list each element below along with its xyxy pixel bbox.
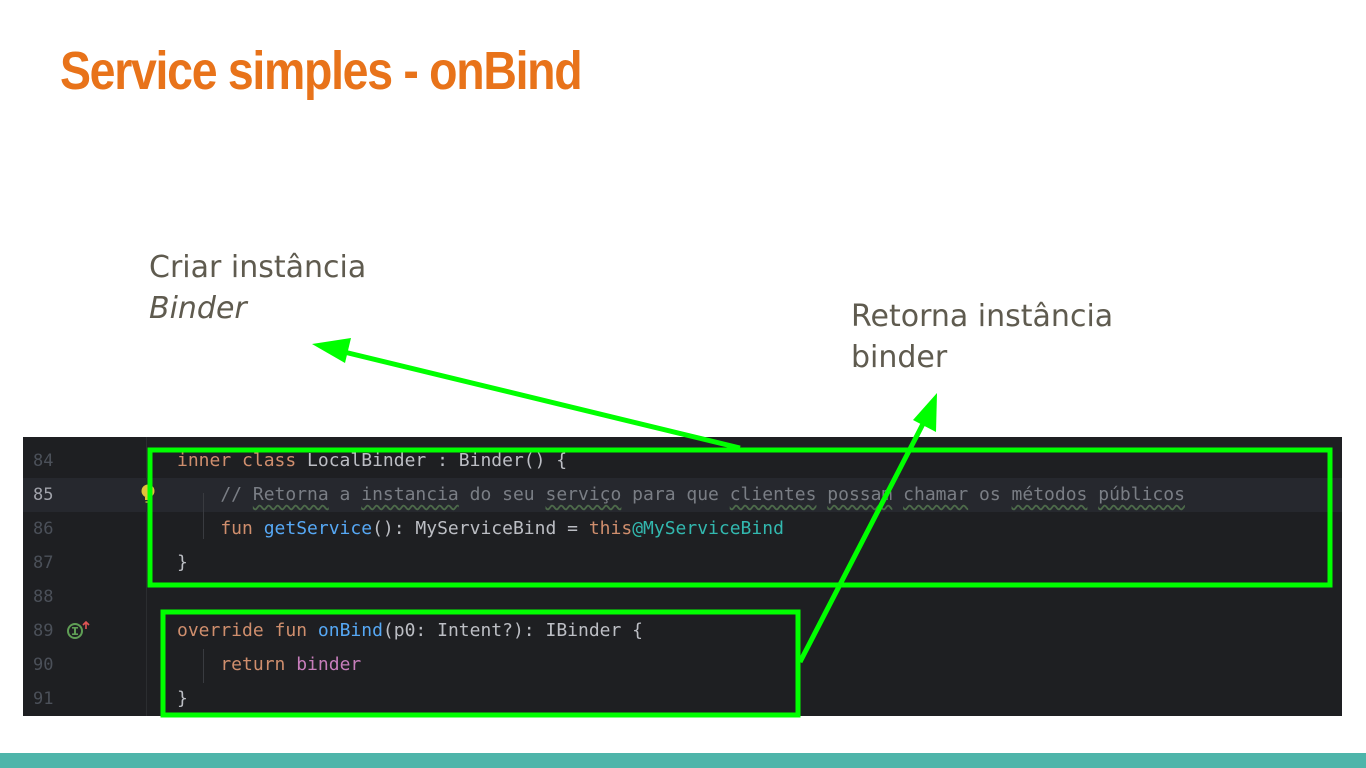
code-line[interactable]: 88 — [23, 580, 1342, 614]
code-line[interactable]: 84 inner class LocalBinder : Binder() { — [23, 444, 1342, 478]
code-text[interactable]: } — [177, 546, 188, 580]
code-line[interactable]: 91} — [23, 682, 1342, 716]
code-text[interactable]: override fun onBind(p0: Intent?): IBinde… — [177, 614, 643, 648]
code-text[interactable]: inner class LocalBinder : Binder() { — [177, 444, 567, 478]
annotation-create-binder-line1: Criar instância — [149, 250, 367, 285]
annotation-return-binder-line2: binder — [851, 340, 948, 375]
implementation-marker-icon[interactable] — [66, 619, 94, 641]
code-text[interactable]: fun getService(): MyServiceBind = this@M… — [177, 512, 784, 546]
code-line[interactable]: 87} — [23, 546, 1342, 580]
line-number: 88 — [33, 587, 54, 607]
line-number: 90 — [33, 655, 54, 675]
annotation-create-binder: Criar instância Binder — [149, 247, 366, 329]
code-line[interactable]: 90 return binder — [23, 648, 1342, 682]
line-number: 86 — [33, 519, 54, 539]
annotation-create-binder-line2: Binder — [149, 291, 247, 326]
annotation-return-binder-line1: Retorna instância — [851, 299, 1114, 334]
line-number: 85 — [33, 485, 54, 505]
code-editor-screenshot: 84 inner class LocalBinder : Binder() {85… — [23, 437, 1342, 716]
indent-guide — [203, 493, 204, 539]
code-line[interactable]: 89 override fun onBind(p0: Intent?): IBin… — [23, 614, 1342, 648]
code-text[interactable]: } — [177, 682, 188, 716]
code-line[interactable]: 86 fun getService(): MyServiceBind = thi… — [23, 512, 1342, 546]
arrow-to-create-label — [339, 348, 741, 451]
line-number: 84 — [33, 451, 54, 471]
arrow-head-icon — [913, 393, 937, 432]
slide-title: Service simples - onBind — [60, 41, 583, 101]
annotation-return-binder: Retorna instância binder — [851, 296, 1113, 378]
code-text[interactable]: return binder — [177, 648, 361, 682]
lightbulb-icon[interactable] — [139, 483, 157, 505]
line-number: 91 — [33, 689, 54, 709]
footer-bar — [0, 753, 1366, 768]
indent-guide — [203, 649, 204, 683]
code-text[interactable]: // Retorna a instancia do seu serviço pa… — [177, 478, 1185, 512]
code-line[interactable]: 85 // Retorna a instancia do seu serviço… — [23, 478, 1342, 512]
arrow-head-icon — [312, 338, 351, 363]
line-number: 87 — [33, 553, 54, 573]
